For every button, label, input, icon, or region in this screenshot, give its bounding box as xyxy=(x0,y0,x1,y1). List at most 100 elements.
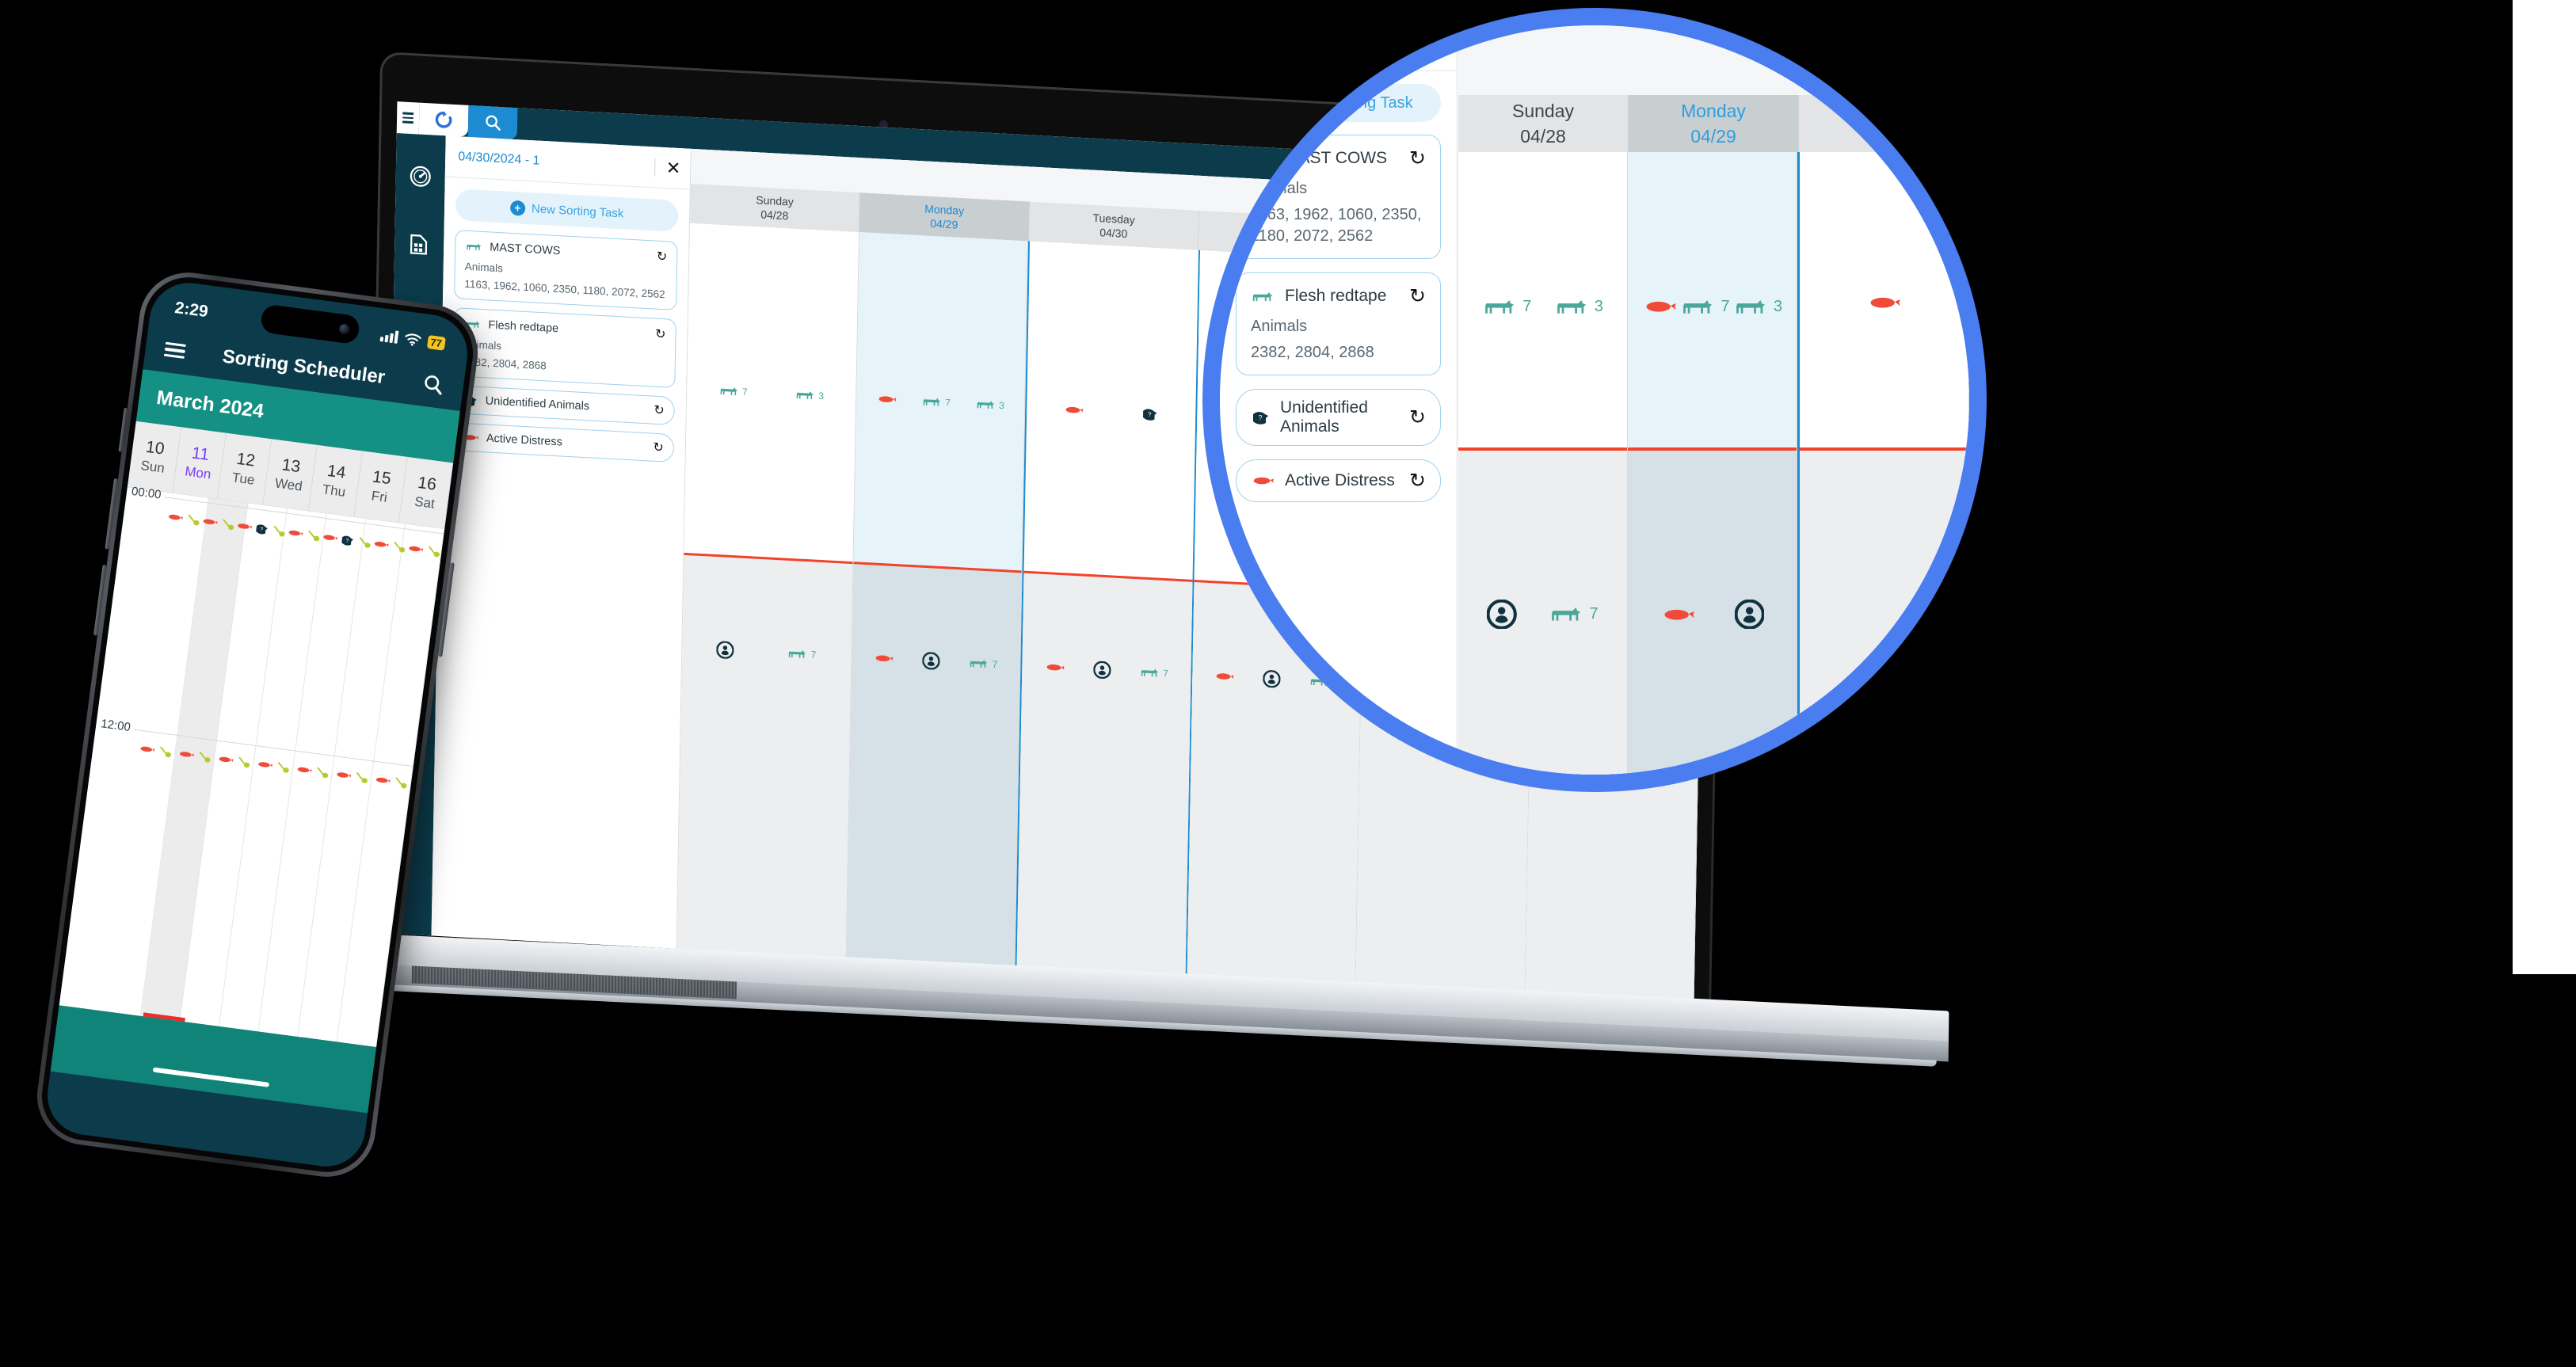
task-title: MAST COWS xyxy=(490,241,561,258)
day-date: 04/28 xyxy=(1520,125,1566,147)
refresh-icon[interactable]: ↻ xyxy=(1409,284,1426,308)
refresh-tab[interactable] xyxy=(418,102,469,137)
magnified-calendar: Sunday 04/28 Monday 04/29 7 3 7 7 3 xyxy=(1458,25,1969,775)
calendar-day-header[interactable]: Monday 04/29 xyxy=(1629,95,1799,152)
calendar-event[interactable] xyxy=(1093,661,1111,680)
calendar-event[interactable]: 7 xyxy=(1482,295,1531,319)
task-card[interactable]: Flesh redtape ↻ Animals 2382, 2804, 2868 xyxy=(1236,272,1441,375)
calendar-event[interactable]: 3 xyxy=(795,387,824,403)
task-card[interactable]: MAST COWS ↻ Animals 1163, 1962, 1060, 23… xyxy=(1236,135,1441,259)
calendar-event[interactable] xyxy=(1734,600,1765,630)
hamburger-icon[interactable] xyxy=(163,339,186,363)
phone-day-cell[interactable]: 16 Sat xyxy=(399,456,454,529)
calendar-event[interactable]: 7 xyxy=(1680,295,1730,319)
event-count: 7 xyxy=(1522,297,1532,315)
calendar-event[interactable]: 7 xyxy=(921,394,951,410)
calendar-event-row: 7 3 xyxy=(1458,295,1627,319)
close-icon[interactable]: ✕ xyxy=(1410,36,1444,60)
distress-animal-icon xyxy=(219,757,234,763)
refresh-icon[interactable]: ↻ xyxy=(654,402,665,419)
calendar-day-header[interactable] xyxy=(1799,95,1969,152)
calendar-day-column[interactable] xyxy=(1797,152,1969,775)
calendar-day-column[interactable]: 7 3 xyxy=(1628,152,1797,775)
hamburger-icon[interactable] xyxy=(396,101,420,135)
calendar-event[interactable]: 3 xyxy=(1733,295,1782,319)
home-indicator[interactable] xyxy=(152,1067,270,1087)
calendar-event[interactable] xyxy=(922,652,940,670)
calendar-event[interactable] xyxy=(1487,600,1517,630)
event-count: 3 xyxy=(998,399,1004,412)
task-card[interactable]: Flesh redtape ↻ Animals 2382, 2804, 2868 xyxy=(452,307,676,389)
calendar-event[interactable] xyxy=(1642,299,1677,314)
calendar-event[interactable]: ? xyxy=(1141,406,1158,422)
distress-animal-icon xyxy=(337,772,352,779)
refresh-icon[interactable]: ↻ xyxy=(1409,469,1426,493)
task-card[interactable]: ? Unidentified Animals ↻ xyxy=(1236,389,1441,446)
close-icon[interactable]: ✕ xyxy=(654,158,681,178)
distress-animal-icon xyxy=(168,515,184,520)
new-sorting-task-button[interactable]: + New Sorting Task xyxy=(455,188,679,233)
day-number: 13 xyxy=(280,455,302,477)
refresh-icon[interactable]: ↻ xyxy=(655,326,666,343)
unidentified-animal-icon: ? xyxy=(341,535,354,546)
sperm-icon xyxy=(238,756,250,768)
svg-text:?: ? xyxy=(1259,414,1263,422)
sorting-task-panel: 04/30/2024 - 1 ✕ + New Sorting Task MAST… xyxy=(431,135,692,949)
calendar-event[interactable] xyxy=(874,653,894,664)
calendar-day-column[interactable]: 7 3 7 xyxy=(676,223,859,958)
distress-animal-icon xyxy=(203,519,218,525)
calendar-event[interactable]: 7 xyxy=(718,383,748,399)
calendar-event[interactable]: 7 xyxy=(1549,602,1599,626)
dashboard-gauge-icon xyxy=(410,166,431,187)
status-indicators: 77 xyxy=(379,329,446,351)
sidebar-item-reports[interactable] xyxy=(406,230,433,259)
new-sorting-task-button[interactable]: + New Sorting Task xyxy=(1236,84,1441,122)
task-title: Flesh redtape xyxy=(1285,287,1387,305)
day-name: Sunday xyxy=(756,193,795,208)
event-count: 7 xyxy=(1721,297,1730,315)
sidebar-item-dashboard[interactable] xyxy=(406,162,434,191)
calendar-day-column[interactable]: ? 7 xyxy=(1015,241,1200,976)
calendar-event[interactable] xyxy=(1063,405,1084,415)
search-icon[interactable] xyxy=(421,372,445,397)
refresh-icon[interactable]: ↻ xyxy=(1409,406,1426,429)
calendar-day-column[interactable]: 7 3 7 xyxy=(1458,152,1628,775)
refresh-icon[interactable]: ↻ xyxy=(1409,147,1426,170)
cow-icon xyxy=(1683,300,1713,314)
calendar-event[interactable]: 7 xyxy=(1139,664,1168,680)
calendar-event[interactable]: 7 xyxy=(787,646,817,662)
day-label: Wed xyxy=(273,475,303,494)
task-card[interactable]: MAST COWS ↻ Animals 1163, 1962, 1060, 23… xyxy=(454,230,678,311)
day-name: Tuesday xyxy=(1092,211,1135,227)
svg-text:?: ? xyxy=(1148,411,1152,418)
day-number: 14 xyxy=(326,461,347,482)
calendar-event[interactable]: 7 xyxy=(969,656,998,672)
task-card[interactable]: Active Distress ↻ xyxy=(1236,459,1441,502)
day-label: Tue xyxy=(231,470,256,488)
task-card[interactable]: ? Unidentified Animals ↻ xyxy=(452,385,676,426)
calendar-event[interactable] xyxy=(876,394,897,404)
task-animal-ids: 1163, 1962, 1060, 2350, 1180, 2072, 2562 xyxy=(1251,206,1422,245)
calendar-event[interactable] xyxy=(716,641,735,660)
calendar-day-header[interactable]: Sunday 04/28 xyxy=(1458,95,1629,152)
calendar-lower-band xyxy=(676,554,853,958)
day-number: 16 xyxy=(417,473,438,494)
refresh-icon[interactable]: ↻ xyxy=(653,440,664,456)
calendar-event[interactable] xyxy=(1866,295,1901,310)
cow-icon xyxy=(970,660,988,668)
search-tab[interactable] xyxy=(467,105,518,140)
phone-silence-switch[interactable] xyxy=(118,407,128,452)
panel-date-label: 04/30/2024 - 1 xyxy=(458,149,540,168)
calendar-day-column[interactable]: 7 3 7 xyxy=(846,232,1029,967)
calendar-event[interactable] xyxy=(1044,662,1065,672)
cellular-signal-icon xyxy=(379,329,398,344)
phone-device: 2:29 77 Sorting Scheduler March 2024 10 … xyxy=(31,266,484,1183)
refresh-icon[interactable]: ↻ xyxy=(657,249,668,265)
task-card[interactable]: Active Distress ↻ xyxy=(451,422,675,463)
calendar-event[interactable]: 3 xyxy=(975,397,1004,413)
calendar-event[interactable] xyxy=(1660,607,1695,623)
day-number: 15 xyxy=(371,467,393,489)
calendar-event[interactable]: 3 xyxy=(1554,295,1603,319)
current-time-marker xyxy=(1458,447,1627,451)
task-animal-ids: 2382, 2804, 2868 xyxy=(1251,344,1374,361)
